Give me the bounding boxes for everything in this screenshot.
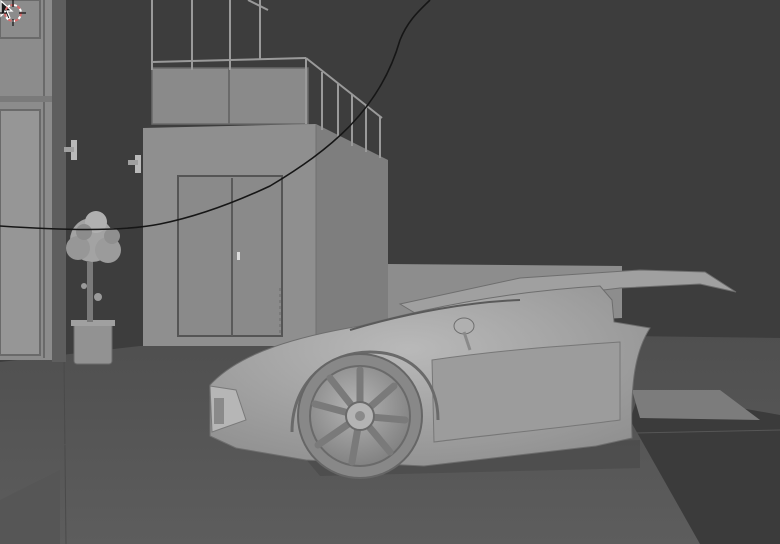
car-front-wheel[interactable] — [297, 353, 423, 479]
3d-viewport[interactable] — [0, 0, 780, 544]
left-building[interactable] — [0, 0, 66, 362]
3d-cursor-icon[interactable] — [0, 0, 26, 26]
viewport-canvas[interactable] — [0, 0, 780, 544]
